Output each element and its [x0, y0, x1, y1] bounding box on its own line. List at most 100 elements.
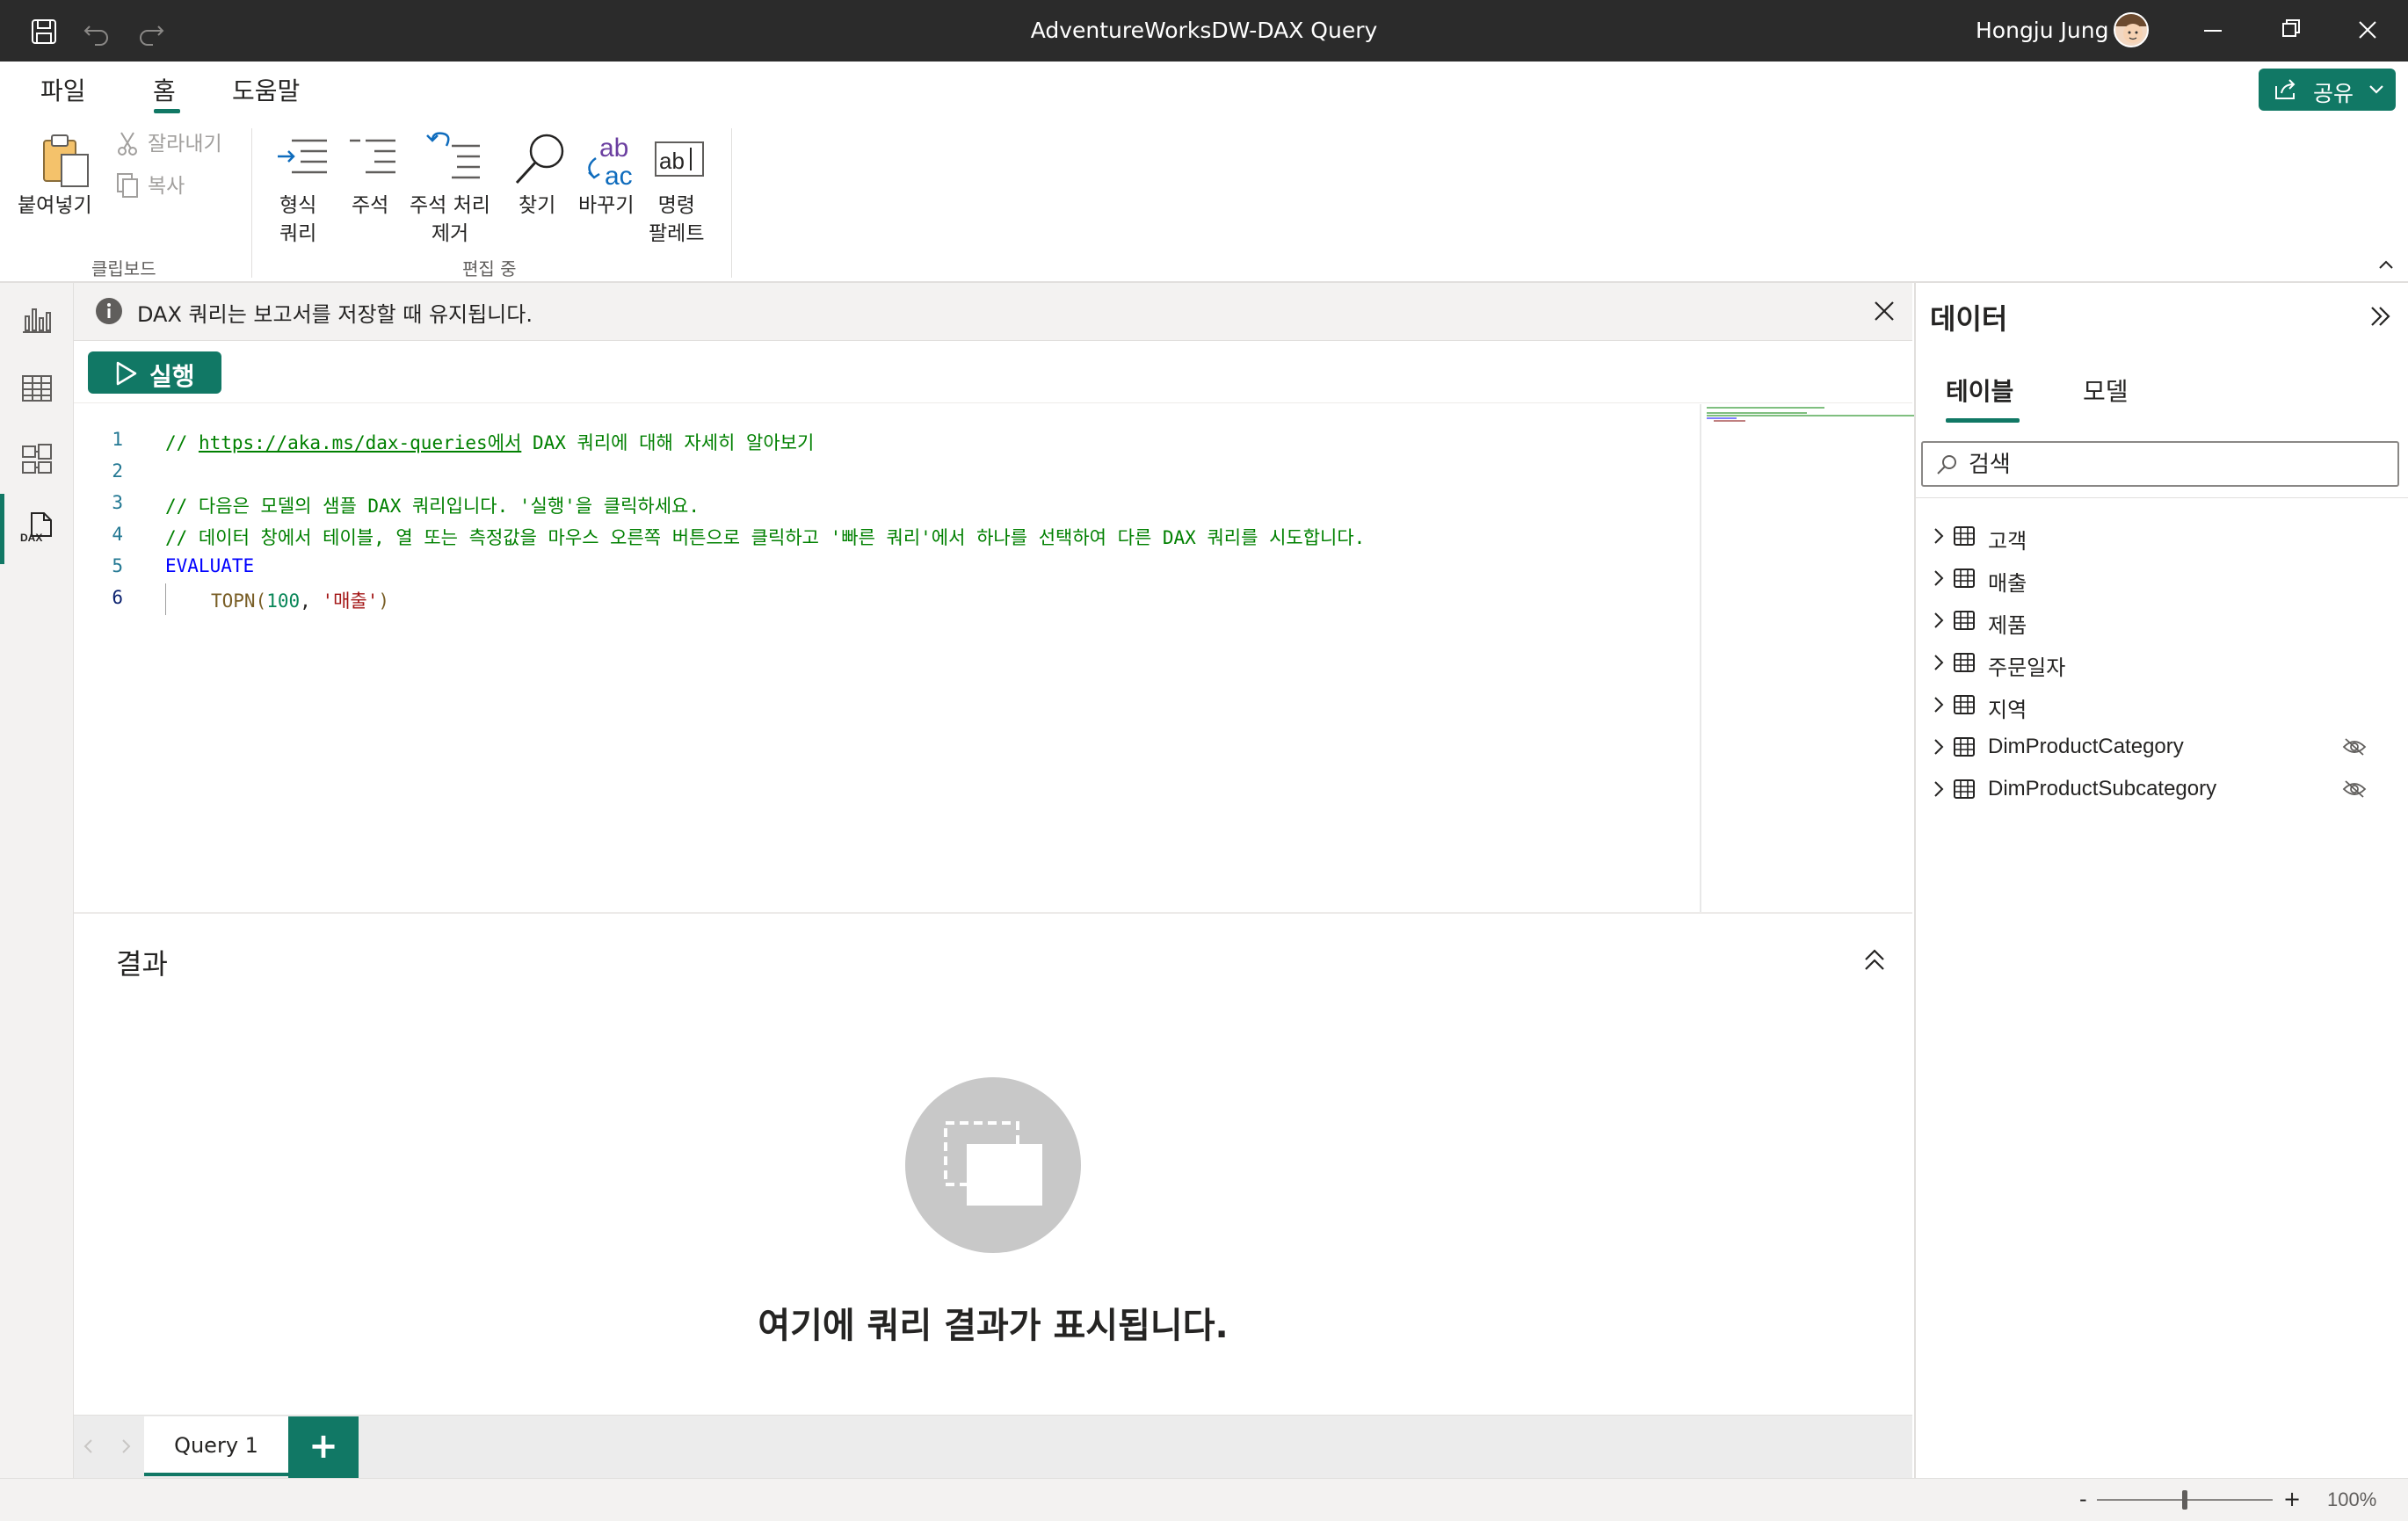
scroll-right-icon[interactable] — [120, 1438, 132, 1455]
chevron-right-icon[interactable] — [1930, 568, 1947, 589]
tab-file[interactable]: 파일 — [40, 72, 86, 107]
editor-minimap[interactable] — [1700, 404, 1914, 912]
command-palette-label-1: 명령 — [657, 194, 695, 217]
data-pane-divider — [1914, 497, 2408, 498]
copy-button[interactable]: 복사 — [148, 172, 185, 200]
zoom-out-button[interactable]: - — [2079, 1487, 2087, 1511]
results-title: 결과 — [116, 947, 168, 981]
restore-icon[interactable] — [2264, 12, 2317, 47]
tab-help[interactable]: 도움말 — [232, 72, 300, 107]
arg-separator: , — [300, 590, 323, 612]
query-tab[interactable]: Query 1 — [144, 1416, 288, 1476]
empty-results-illustration — [905, 1077, 1081, 1253]
editing-group-label: 편집 중 — [462, 258, 517, 279]
avatar[interactable] — [2114, 12, 2149, 47]
add-query-button[interactable]: + — [288, 1416, 359, 1478]
chevron-right-icon[interactable] — [1930, 652, 1947, 673]
format-query-label-2: 쿼리 — [279, 222, 317, 245]
code-editor[interactable] — [74, 404, 1700, 912]
search-icon — [1937, 455, 1956, 474]
table-list-item[interactable]: DimProductSubcategory — [1925, 770, 2399, 808]
table-list-item[interactable]: 제품 — [1925, 601, 2399, 640]
double-chevron-right-icon[interactable] — [2368, 304, 2392, 329]
table-list-item[interactable]: 지역 — [1925, 685, 2399, 724]
minimize-icon[interactable] — [2187, 12, 2239, 47]
dax-query-view-icon[interactable]: DAX — [19, 510, 54, 545]
command-palette-label-2: 팔레트 — [649, 222, 705, 245]
line-number: 1 — [112, 429, 123, 450]
table-name: 제품 — [1988, 614, 2027, 638]
uncomment-label-1: 주석 처리 — [410, 194, 490, 217]
table-view-icon[interactable] — [19, 371, 54, 406]
share-button[interactable]: 공유 — [2259, 69, 2396, 111]
ribbon-group-divider — [731, 128, 732, 278]
paste-icon[interactable] — [39, 132, 93, 190]
format-query-button[interactable]: 형식 쿼리 — [279, 192, 316, 248]
info-icon — [96, 298, 122, 324]
editor-top-border — [74, 402, 1912, 403]
find-button[interactable]: 찾기 — [519, 192, 555, 220]
replace-button[interactable]: 바꾸기 — [578, 192, 634, 220]
table-icon — [1954, 695, 1975, 714]
svg-text:ab: ab — [659, 148, 685, 174]
zoom-in-button[interactable]: + — [2283, 1487, 2301, 1511]
search-input[interactable] — [1969, 450, 2382, 478]
zoom-level: 100% — [2327, 1488, 2377, 1510]
tab-model[interactable]: 모델 — [2083, 373, 2129, 408]
close-icon[interactable] — [2341, 12, 2394, 47]
chevron-right-icon[interactable] — [1930, 736, 1947, 757]
report-view-icon[interactable] — [19, 301, 54, 336]
table-list-item[interactable]: DimProductCategory — [1925, 728, 2399, 766]
tab-home[interactable]: 홈 — [153, 72, 176, 107]
table-list-item[interactable]: 매출 — [1925, 559, 2399, 598]
empty-results-message: 여기에 쿼리 결과가 표시됩니다. — [758, 1306, 1229, 1346]
user-name: Hongju Jung — [1976, 18, 2109, 43]
table-reference: '매출' — [322, 590, 379, 612]
code-line-4: // 데이터 창에서 테이블, 열 또는 측정값을 마우스 오른쪽 버튼으로 클… — [165, 527, 1366, 548]
chevron-down-icon — [2369, 85, 2383, 94]
chevron-right-icon[interactable] — [1930, 610, 1947, 631]
title-bar: AdventureWorksDW-DAX Query Hongju Jung — [0, 0, 2408, 62]
cut-button[interactable]: 잘라내기 — [148, 130, 222, 158]
indent-guide — [165, 583, 166, 615]
paste-button[interactable]: 붙여넣기 — [18, 192, 92, 220]
code-line-5: EVALUATE — [165, 555, 255, 576]
empty-state-icon — [944, 1121, 1042, 1206]
model-view-icon[interactable] — [19, 441, 54, 476]
code-line-6: TOPN(100, '매출') — [211, 587, 389, 613]
code-line-3: // 다음은 모델의 샘플 DAX 쿼리입니다. '실행'을 클릭하세요. — [165, 496, 700, 517]
run-button[interactable]: 실행 — [88, 351, 221, 394]
scissors-icon — [118, 132, 137, 156]
chevron-right-icon[interactable] — [1930, 779, 1947, 800]
dax-queries-link[interactable]: https://aka.ms/dax-queries에서 — [199, 432, 521, 453]
replace-icon[interactable]: ab ac — [580, 132, 642, 190]
comment-button[interactable]: 주석 — [352, 192, 388, 220]
active-data-tab-indicator — [1946, 418, 2020, 423]
chevron-right-icon[interactable] — [1930, 694, 1947, 715]
zoom-slider-thumb[interactable] — [2182, 1490, 2187, 1510]
table-icon — [1954, 569, 1975, 588]
table-name: 고객 — [1988, 530, 2027, 554]
tab-tables[interactable]: 테이블 — [1946, 373, 2013, 408]
format-query-icon[interactable] — [274, 135, 329, 185]
collapse-ribbon-icon[interactable] — [2376, 257, 2396, 272]
table-list-item[interactable]: 주문일자 — [1925, 643, 2399, 682]
search-box — [1921, 441, 2399, 487]
table-icon — [1954, 611, 1975, 630]
table-list-item[interactable]: 고객 — [1925, 517, 2399, 555]
copy-icon — [117, 173, 138, 198]
data-pane-title: 데이터 — [1930, 302, 2008, 336]
search-icon[interactable] — [511, 130, 569, 188]
play-icon — [116, 361, 137, 386]
chevron-right-icon[interactable] — [1930, 525, 1947, 547]
comment-icon[interactable] — [348, 135, 397, 185]
close-icon[interactable] — [1872, 299, 1897, 323]
scroll-left-icon[interactable] — [83, 1438, 95, 1455]
command-palette-icon[interactable]: ab — [654, 139, 707, 181]
double-chevron-up-icon[interactable] — [1861, 947, 1888, 974]
uncomment-icon[interactable] — [425, 130, 483, 185]
line-number: 4 — [112, 524, 123, 545]
uncomment-button[interactable]: 주석 처리 제거 — [410, 192, 490, 248]
command-palette-button[interactable]: 명령 팔레트 — [649, 192, 704, 248]
clipboard-group-label: 클립보드 — [91, 258, 156, 279]
